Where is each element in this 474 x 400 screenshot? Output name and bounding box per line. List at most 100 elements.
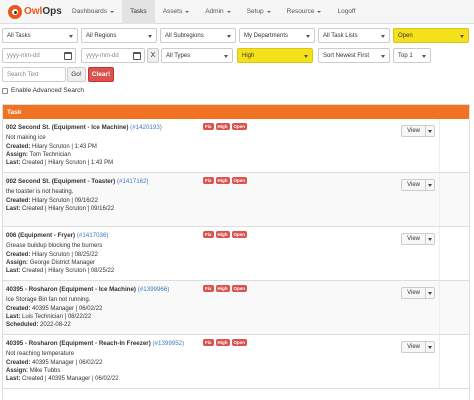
nav-logoff[interactable]: Logoff xyxy=(329,0,363,24)
view-button[interactable]: View xyxy=(401,179,425,191)
view-button-group[interactable]: View xyxy=(401,125,435,137)
clear-dates-button[interactable]: X xyxy=(147,48,159,63)
status-badge: High xyxy=(215,231,230,238)
task-badges: Fix High Open xyxy=(203,177,248,184)
table-header: Task xyxy=(3,105,469,119)
nav-resource[interactable]: Resource xyxy=(279,0,330,24)
brand-logo[interactable]: OwlOps xyxy=(0,0,64,24)
status-badge: Open xyxy=(231,177,248,184)
top-select[interactable]: Top 1 xyxy=(393,48,431,63)
date-from-input[interactable]: yyyy-mm-dd xyxy=(2,48,76,63)
chevron-down-icon xyxy=(110,10,115,13)
task-description: Not making ice xyxy=(6,135,46,141)
view-button[interactable]: View xyxy=(401,287,425,299)
status-badge: High xyxy=(215,339,230,346)
chevron-down-icon xyxy=(266,10,271,13)
nav-dashboards[interactable]: Dashboards xyxy=(64,0,122,24)
task-description: Grease buildup blocking the burners xyxy=(6,243,103,249)
task-ref-link[interactable]: (#1417162) xyxy=(117,178,149,185)
task-detail-line: Assign: Mike Tubbs xyxy=(6,368,61,375)
sort-select[interactable]: Sort Newest First xyxy=(318,48,390,63)
owl-logo-icon xyxy=(8,4,22,19)
nav-assets[interactable]: Assets xyxy=(155,0,198,24)
view-dropdown-toggle[interactable] xyxy=(425,179,435,191)
tasks-select[interactable]: All Tasks xyxy=(2,28,78,43)
status-select[interactable]: Open xyxy=(393,28,469,43)
chevron-down-icon xyxy=(185,10,190,13)
advanced-search-label: Enable Advanced Search xyxy=(11,87,84,94)
brand-name: OwlOps xyxy=(24,6,62,17)
nav-setup[interactable]: Setup xyxy=(239,0,279,24)
task-badges: Fix High Open xyxy=(203,285,248,292)
status-badge: Open xyxy=(231,123,248,130)
table-row[interactable]: 002 Second St. (Equipment - Ice Machine)… xyxy=(3,119,469,173)
task-badges: Fix High Open xyxy=(203,231,248,238)
status-badge: Open xyxy=(231,339,248,346)
task-ref-link[interactable]: (#1420193) xyxy=(130,124,162,131)
priority-select[interactable]: High xyxy=(237,48,313,63)
status-badge: High xyxy=(215,123,230,130)
task-badges: Fix High Open xyxy=(203,123,248,130)
status-badge: High xyxy=(215,177,230,184)
view-dropdown-toggle[interactable] xyxy=(425,341,435,353)
date-to-input[interactable]: yyyy-mm-dd xyxy=(81,48,145,63)
calendar-icon[interactable] xyxy=(64,52,72,60)
task-detail-line: Created: 40395 Manager | 06/02/22 xyxy=(6,306,103,312)
advanced-search-checkbox[interactable] xyxy=(2,87,8,94)
types-select[interactable]: All Types xyxy=(161,48,233,63)
go-button[interactable]: Go! xyxy=(67,67,86,82)
status-badge: Open xyxy=(231,231,248,238)
task-description: the toaster is not heating. xyxy=(6,189,74,195)
clear-button[interactable]: Clear! xyxy=(88,67,114,82)
status-badge: Fix xyxy=(203,339,214,346)
task-detail-line: Created: Hilary Scruton | 09/16/22 xyxy=(6,198,98,204)
task-ref-link[interactable]: (#1399966) xyxy=(138,286,170,293)
view-dropdown-toggle[interactable] xyxy=(425,287,435,299)
subregions-select[interactable]: All Subregions xyxy=(160,28,236,43)
table-row[interactable]: 40395 - Rosharon (Equipment - Reach-In F… xyxy=(3,335,469,389)
task-description: Not reaching temperature xyxy=(6,351,75,357)
row-side-column xyxy=(439,173,469,226)
task-table: Task 002 Second St. (Equipment - Ice Mac… xyxy=(2,104,470,400)
task-detail-line: Last: Created | Hilary Scruton | 08/25/2… xyxy=(6,268,115,275)
search-input[interactable]: Search Text xyxy=(2,67,66,82)
status-badge: Fix xyxy=(203,285,214,292)
table-row[interactable]: 40395 - Rosharon (Equipment - Ice Machin… xyxy=(3,281,469,335)
view-button-group[interactable]: View xyxy=(401,341,435,353)
row-side-column xyxy=(439,119,469,172)
status-badge: Fix xyxy=(203,231,214,238)
view-button[interactable]: View xyxy=(401,233,425,245)
task-lists-select[interactable]: All Task Lists xyxy=(318,28,390,43)
nav-tasks[interactable]: Tasks xyxy=(122,0,155,24)
status-badge: Fix xyxy=(203,177,214,184)
task-detail-line: Last: Created | Hilary Scruton | 1:43 PM xyxy=(6,160,114,167)
row-side-column xyxy=(439,335,469,388)
task-ref-link[interactable]: (#1399952) xyxy=(153,340,185,347)
view-button-group[interactable]: View xyxy=(401,179,435,191)
status-badge: Open xyxy=(231,285,248,292)
regions-select[interactable]: All Regions xyxy=(81,28,157,43)
task-detail-line: Created: Hilary Scruton | 08/25/22 xyxy=(6,252,98,258)
task-ref-link[interactable]: (#1417036) xyxy=(77,232,109,239)
view-dropdown-toggle[interactable] xyxy=(425,125,435,137)
status-badge: Fix xyxy=(203,123,214,130)
task-badges: Fix High Open xyxy=(203,339,248,346)
task-detail-line: Last: Created | Hilary Scruton | 09/16/2… xyxy=(6,206,115,213)
view-button-group[interactable]: View xyxy=(401,287,435,299)
advanced-search-toggle[interactable]: Enable Advanced Search xyxy=(2,87,84,94)
top-navbar: OwlOps Dashboards Tasks Assets Admin Set… xyxy=(0,0,474,24)
task-detail-line: Created: Hilary Scruton | 1:43 PM xyxy=(6,144,97,150)
task-detail-line: Last: Luis Technician | 08/22/22 xyxy=(6,314,92,321)
view-button[interactable]: View xyxy=(401,341,425,353)
table-row[interactable]: 002 Second St. (Equipment - Toaster) (#1… xyxy=(3,173,469,227)
task-detail-line: Assign: George District Manager xyxy=(6,260,96,267)
row-side-column xyxy=(439,281,469,334)
calendar-icon[interactable] xyxy=(133,52,141,60)
nav-admin[interactable]: Admin xyxy=(197,0,238,24)
view-dropdown-toggle[interactable] xyxy=(425,233,435,245)
table-row[interactable]: 006 (Equipment - Fryer) (#1417036) Fix Hig… xyxy=(3,227,469,281)
view-button[interactable]: View xyxy=(401,125,425,137)
task-detail-line: Last: Created | 40395 Manager | 06/02/22 xyxy=(6,376,119,383)
view-button-group[interactable]: View xyxy=(401,233,435,245)
departments-select[interactable]: My Departments xyxy=(239,28,315,43)
